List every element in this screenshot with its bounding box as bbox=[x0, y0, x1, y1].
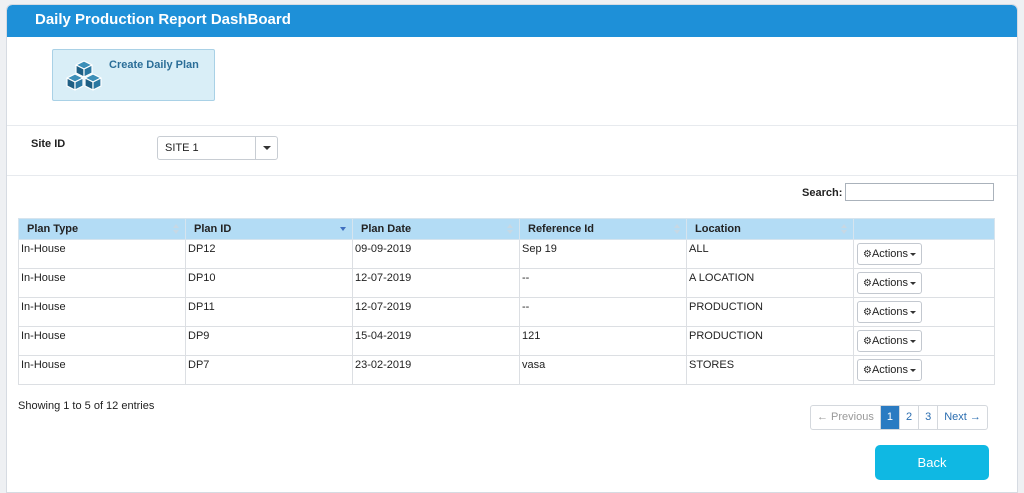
cell-plan-id: DP10 bbox=[185, 268, 353, 298]
actions-button[interactable]: ⚙Actions bbox=[857, 359, 923, 381]
create-daily-plan-label: Create Daily Plan bbox=[109, 59, 199, 71]
cubes-icon bbox=[66, 60, 102, 91]
cell-location: PRODUCTION bbox=[686, 297, 854, 327]
cell-actions: ⚙Actions bbox=[853, 297, 995, 327]
site-id-label: Site ID bbox=[31, 138, 66, 150]
pagination: ← Previous 1 2 3 Next → bbox=[810, 405, 988, 430]
cell-plan-type: In-House bbox=[18, 355, 186, 385]
cell-reference-id: vasa bbox=[519, 355, 687, 385]
table-row: In-House DP11 12-07-2019 -- PRODUCTION ⚙… bbox=[18, 297, 995, 327]
cell-plan-date: 12-07-2019 bbox=[352, 297, 520, 327]
column-plan-type[interactable]: Plan Type bbox=[18, 218, 186, 240]
table-row: In-House DP12 09-09-2019 Sep 19 ALL ⚙Act… bbox=[18, 239, 995, 269]
cell-reference-id: -- bbox=[519, 297, 687, 327]
site-filter-row: Site ID SITE 1 bbox=[7, 126, 1017, 176]
cell-location: ALL bbox=[686, 239, 854, 269]
gear-icon: ⚙ bbox=[863, 336, 872, 347]
sort-icon bbox=[507, 224, 515, 235]
gear-icon: ⚙ bbox=[863, 249, 872, 260]
gear-icon: ⚙ bbox=[863, 365, 872, 376]
cell-plan-type: In-House bbox=[18, 239, 186, 269]
table-row: In-House DP7 23-02-2019 vasa STORES ⚙Act… bbox=[18, 355, 995, 385]
pagination-next[interactable]: Next → bbox=[938, 406, 987, 429]
column-reference-id[interactable]: Reference Id bbox=[519, 218, 687, 240]
actions-button[interactable]: ⚙Actions bbox=[857, 272, 923, 294]
cell-location: STORES bbox=[686, 355, 854, 385]
search-label: Search: bbox=[802, 187, 843, 199]
gear-icon: ⚙ bbox=[863, 307, 872, 318]
cell-actions: ⚙Actions bbox=[853, 355, 995, 385]
column-actions bbox=[853, 218, 995, 240]
actions-button[interactable]: ⚙Actions bbox=[857, 243, 923, 265]
table-info: Showing 1 to 5 of 12 entries bbox=[18, 400, 155, 412]
column-plan-id[interactable]: Plan ID bbox=[185, 218, 353, 240]
cell-reference-id: -- bbox=[519, 268, 687, 298]
table-header-row: Plan Type Plan ID Plan Date Reference Id… bbox=[18, 218, 995, 240]
cell-actions: ⚙Actions bbox=[853, 268, 995, 298]
column-location[interactable]: Location bbox=[686, 218, 854, 240]
cell-plan-date: 23-02-2019 bbox=[352, 355, 520, 385]
sort-icon bbox=[674, 224, 682, 235]
caret-down-icon bbox=[910, 368, 917, 372]
site-id-dropdown-toggle[interactable] bbox=[255, 137, 277, 159]
cell-plan-date: 09-09-2019 bbox=[352, 239, 520, 269]
pagination-page-1[interactable]: 1 bbox=[880, 406, 900, 429]
site-id-select[interactable]: SITE 1 bbox=[157, 136, 278, 160]
cell-plan-id: DP9 bbox=[185, 326, 353, 356]
table-row: In-House DP9 15-04-2019 121 PRODUCTION ⚙… bbox=[18, 326, 995, 356]
cell-plan-id: DP11 bbox=[185, 297, 353, 327]
chevron-down-icon bbox=[263, 146, 271, 150]
back-button[interactable]: Back bbox=[875, 445, 989, 480]
actions-button[interactable]: ⚙Actions bbox=[857, 330, 923, 352]
plans-table: Plan Type Plan ID Plan Date Reference Id… bbox=[18, 218, 995, 385]
caret-down-icon bbox=[910, 310, 917, 314]
pagination-page-2[interactable]: 2 bbox=[900, 406, 920, 429]
cell-plan-id: DP7 bbox=[185, 355, 353, 385]
cell-reference-id: Sep 19 bbox=[519, 239, 687, 269]
sort-icon bbox=[841, 224, 849, 235]
cell-plan-date: 12-07-2019 bbox=[352, 268, 520, 298]
cell-plan-id: DP12 bbox=[185, 239, 353, 269]
sort-icon bbox=[173, 224, 181, 235]
caret-down-icon bbox=[910, 339, 917, 343]
pagination-previous[interactable]: ← Previous bbox=[811, 406, 881, 429]
column-plan-date[interactable]: Plan Date bbox=[352, 218, 520, 240]
gear-icon: ⚙ bbox=[863, 278, 872, 289]
actions-button[interactable]: ⚙Actions bbox=[857, 301, 923, 323]
cell-plan-date: 15-04-2019 bbox=[352, 326, 520, 356]
sort-descending-icon bbox=[340, 224, 348, 235]
cell-location: A LOCATION bbox=[686, 268, 854, 298]
caret-down-icon bbox=[910, 252, 917, 256]
site-id-value: SITE 1 bbox=[165, 142, 199, 154]
search-input[interactable] bbox=[845, 183, 994, 201]
cell-reference-id: 121 bbox=[519, 326, 687, 356]
cell-actions: ⚙Actions bbox=[853, 326, 995, 356]
table-row: In-House DP10 12-07-2019 -- A LOCATION ⚙… bbox=[18, 268, 995, 298]
caret-down-icon bbox=[910, 281, 917, 285]
cell-actions: ⚙Actions bbox=[853, 239, 995, 269]
tile-row: Create Daily Plan bbox=[7, 37, 1017, 126]
page-title: Daily Production Report DashBoard bbox=[7, 5, 1017, 37]
create-daily-plan-button[interactable]: Create Daily Plan bbox=[52, 49, 215, 101]
cell-plan-type: In-House bbox=[18, 297, 186, 327]
pagination-page-3[interactable]: 3 bbox=[919, 406, 939, 429]
cell-plan-type: In-House bbox=[18, 268, 186, 298]
cell-plan-type: In-House bbox=[18, 326, 186, 356]
cell-location: PRODUCTION bbox=[686, 326, 854, 356]
